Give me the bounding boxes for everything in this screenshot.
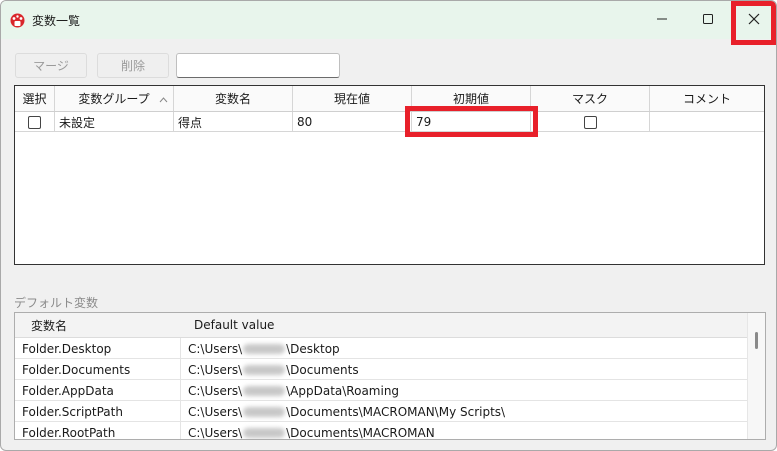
default-value-suffix: \Documents: [286, 362, 359, 377]
select-cell[interactable]: [15, 112, 55, 132]
default-name-cell: Folder.RootPath: [15, 422, 181, 439]
delete-button[interactable]: 削除: [97, 53, 169, 78]
default-value-cell: C:\Users\ \Documents: [181, 359, 747, 380]
list-item[interactable]: Folder.Desktop C:\Users\ \Desktop: [15, 338, 747, 359]
column-header-select[interactable]: 選択: [15, 86, 55, 111]
vertical-scrollbar[interactable]: [747, 313, 765, 439]
highlight-close-annotation: [731, 1, 776, 45]
mask-checkbox[interactable]: [583, 115, 597, 129]
default-value-suffix: \Desktop: [286, 341, 340, 356]
maximize-icon: [702, 13, 714, 28]
column-header-default-name[interactable]: 変数名: [31, 313, 67, 337]
default-value-cell: C:\Users\ \Documents\MACROMAN: [181, 422, 747, 440]
name-cell[interactable]: 得点: [174, 112, 293, 132]
default-name-cell: Folder.AppData: [15, 380, 181, 401]
variables-grid: 選択 変数グループ 変数名 現在値 初期値 マスク コメント 未設定 得点 80…: [14, 85, 765, 265]
column-header-default-value[interactable]: Default value: [194, 313, 274, 337]
group-cell[interactable]: 未設定: [55, 112, 174, 132]
default-value-prefix: C:\Users\: [188, 404, 243, 419]
default-name-cell: Folder.Desktop: [15, 338, 181, 359]
default-value-cell: C:\Users\ \AppData\Roaming: [181, 380, 747, 401]
title-bar: 変数一覧: [1, 1, 776, 39]
list-item[interactable]: Folder.RootPath C:\Users\ \Documents\MACR…: [15, 422, 747, 440]
default-value-cell: C:\Users\ \Desktop: [181, 338, 747, 359]
filter-input[interactable]: [176, 53, 340, 78]
column-header-comment[interactable]: コメント: [650, 86, 764, 111]
default-value-suffix: \Documents\MACROMAN\My Scripts\: [286, 404, 506, 419]
redacted-username: [243, 343, 286, 354]
column-header-mask[interactable]: マスク: [531, 86, 650, 111]
default-value-prefix: C:\Users\: [188, 425, 243, 440]
default-value-cell: C:\Users\ \Documents\MACROMAN\My Scripts\: [181, 401, 747, 422]
default-value-prefix: C:\Users\: [188, 383, 243, 398]
sort-up-icon: [159, 94, 168, 103]
default-value-suffix: \Documents\MACROMAN: [286, 425, 435, 440]
default-variables-grid: 変数名 Default value Folder.Desktop C:\User…: [14, 312, 766, 440]
list-item[interactable]: Folder.Documents C:\Users\ \Documents: [15, 359, 747, 380]
window-title: 変数一覧: [32, 14, 81, 28]
comment-cell[interactable]: [650, 112, 764, 132]
maximize-button[interactable]: [685, 1, 731, 39]
minimize-button[interactable]: [639, 1, 685, 39]
column-header-group[interactable]: 変数グループ: [55, 86, 174, 111]
merge-button[interactable]: マージ: [15, 53, 87, 78]
highlight-initial-value-annotation: [405, 106, 538, 137]
default-variables-label: デフォルト変数: [14, 296, 99, 310]
list-item[interactable]: Folder.AppData C:\Users\ \AppData\Roaming: [15, 380, 747, 401]
minimize-icon: [656, 13, 668, 28]
scroll-thumb[interactable]: [755, 332, 758, 349]
mask-cell[interactable]: [531, 112, 650, 132]
column-header-group-label: 変数グループ: [78, 92, 150, 106]
column-header-current[interactable]: 現在値: [293, 86, 412, 111]
redacted-username: [243, 406, 286, 417]
redacted-username: [243, 427, 286, 438]
default-name-cell: Folder.ScriptPath: [15, 401, 181, 422]
default-value-prefix: C:\Users\: [188, 362, 243, 377]
variables-window: 変数一覧 マージ 削除 選択 変数グループ 変数名 現在値 初期値 マスク コメ…: [0, 0, 777, 451]
default-value-prefix: C:\Users\: [188, 341, 243, 356]
table-row[interactable]: 未設定 得点 80 79: [15, 112, 764, 132]
list-item[interactable]: Folder.ScriptPath C:\Users\ \Documents\MA…: [15, 401, 747, 422]
default-name-cell: Folder.Documents: [15, 359, 181, 380]
redacted-username: [243, 385, 286, 396]
default-grid-header: 変数名 Default value: [15, 313, 747, 338]
column-header-name[interactable]: 変数名: [174, 86, 293, 111]
select-checkbox[interactable]: [28, 115, 41, 129]
current-value-cell[interactable]: 80: [293, 112, 412, 132]
redacted-username: [243, 364, 286, 375]
default-value-suffix: \AppData\Roaming: [286, 383, 400, 398]
mushroom-icon: [10, 13, 25, 28]
grid-header: 選択 変数グループ 変数名 現在値 初期値 マスク コメント: [15, 86, 764, 112]
